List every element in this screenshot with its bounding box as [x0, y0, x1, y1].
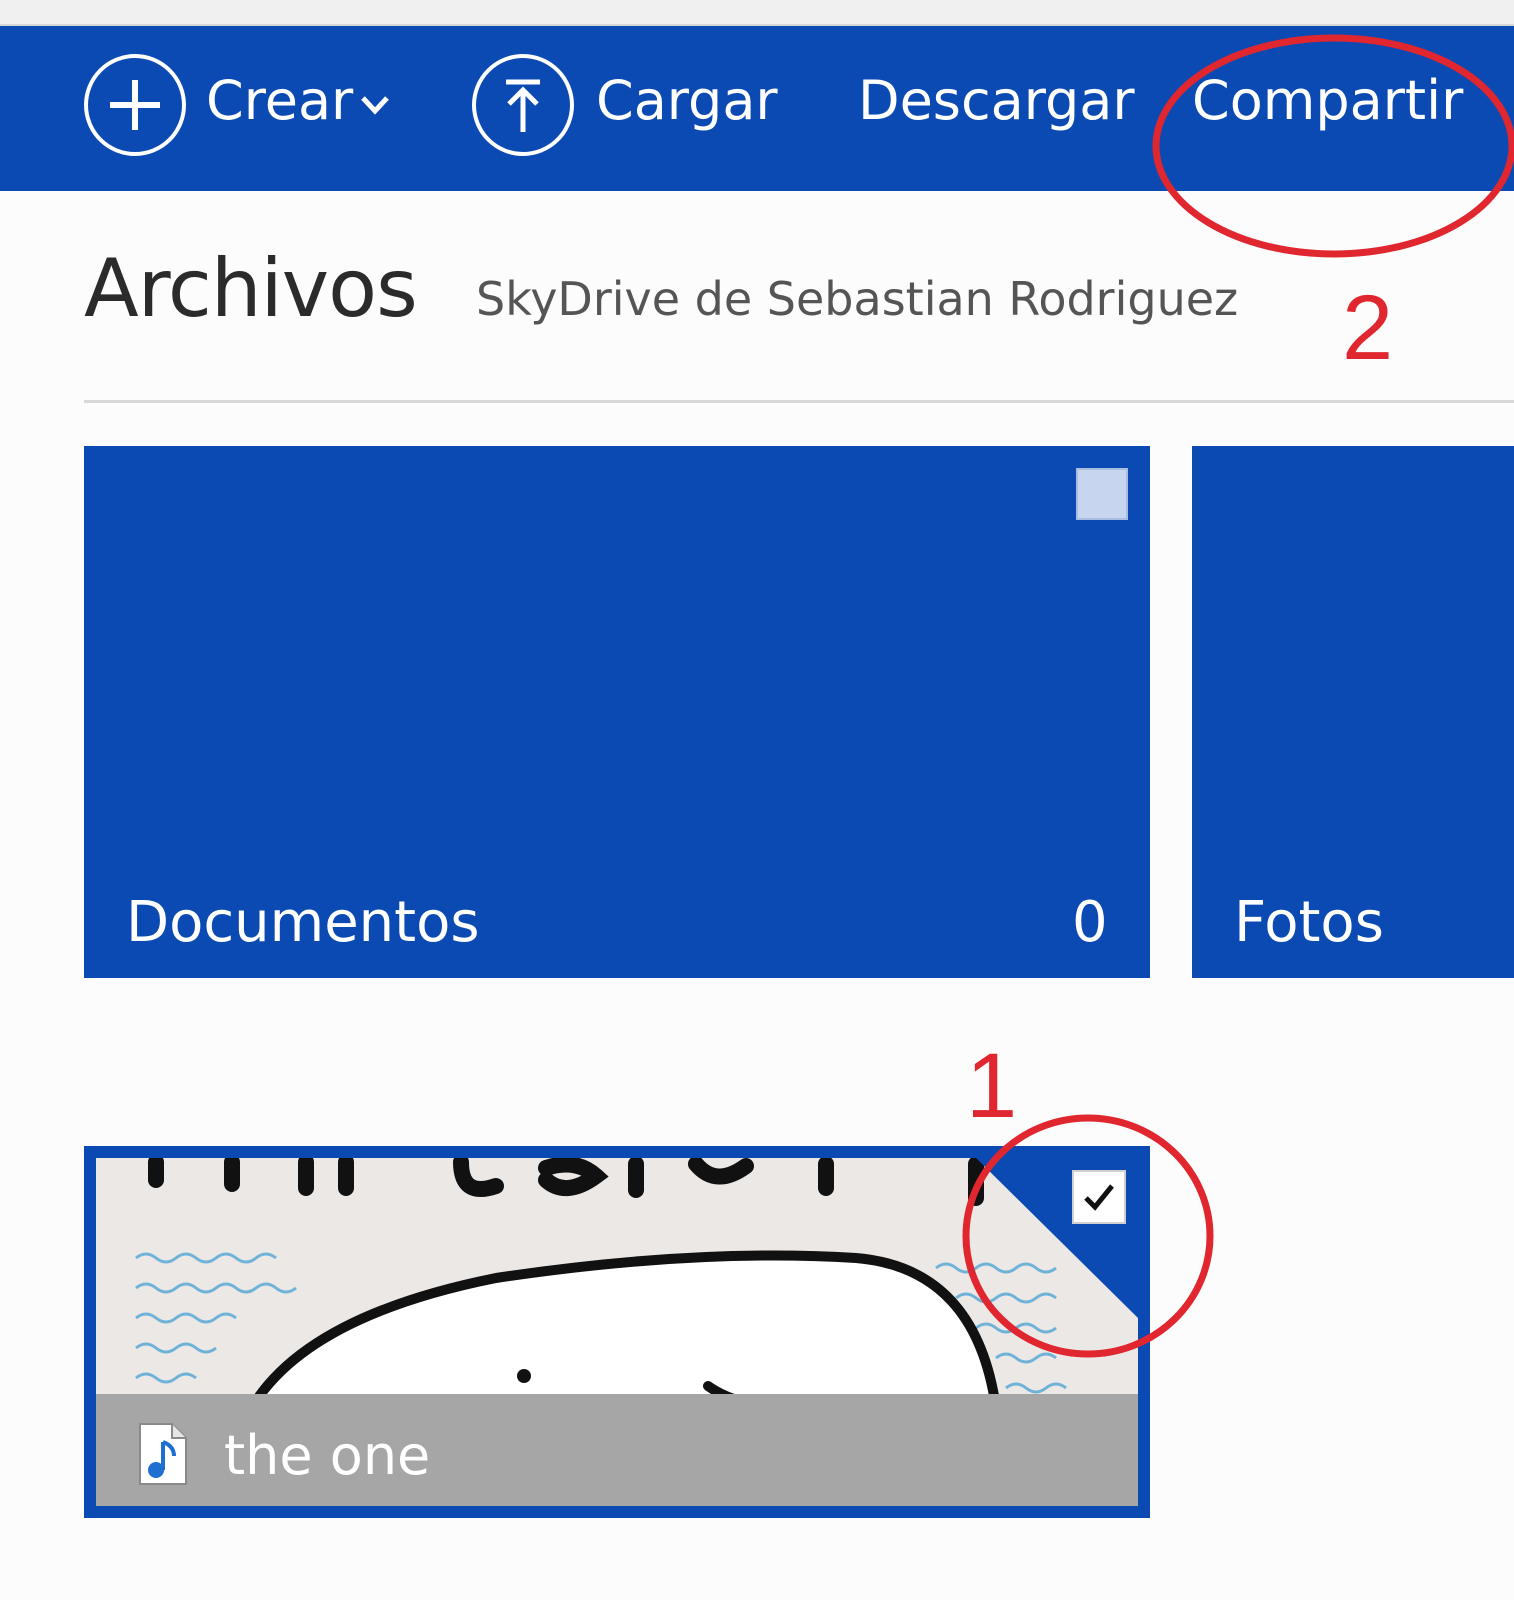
upload-button[interactable]: Cargar: [472, 54, 778, 156]
browser-top-strip: [0, 0, 1514, 26]
divider: [84, 400, 1514, 403]
file-tile-the-one[interactable]: the one: [84, 1146, 1150, 1518]
create-button[interactable]: Crear: [84, 54, 404, 156]
file-select-checkbox[interactable]: [1072, 1170, 1126, 1224]
create-label: Crear: [206, 69, 354, 132]
upload-label: Cargar: [596, 69, 778, 132]
page-title: Archivos: [84, 242, 418, 335]
download-button[interactable]: Descargar: [858, 74, 1135, 128]
folder-select-checkbox[interactable]: [1076, 468, 1128, 520]
folder-tile-fotos[interactable]: Fotos: [1192, 446, 1514, 978]
breadcrumb-owner[interactable]: SkyDrive de Sebastian Rodriguez: [476, 272, 1238, 326]
upload-circle-icon: [472, 54, 574, 156]
plus-circle-icon: [84, 54, 186, 156]
folder-name: Documentos: [126, 890, 480, 955]
chevron-down-icon: [360, 94, 390, 116]
folder-tile-documentos[interactable]: Documentos 0: [84, 446, 1150, 978]
file-caption-bar: the one: [96, 1394, 1138, 1506]
folder-item-count: 0: [1072, 890, 1108, 955]
command-bar: Crear Cargar Descargar Compartir: [0, 26, 1514, 191]
music-file-icon: [136, 1422, 190, 1490]
share-button[interactable]: Compartir: [1192, 74, 1463, 128]
file-name: the one: [224, 1424, 431, 1487]
annotation-step-2: 2: [1342, 277, 1394, 379]
checkmark-icon: [1084, 1184, 1114, 1211]
folder-name: Fotos: [1234, 890, 1384, 955]
annotation-step-1: 1: [966, 1035, 1018, 1137]
